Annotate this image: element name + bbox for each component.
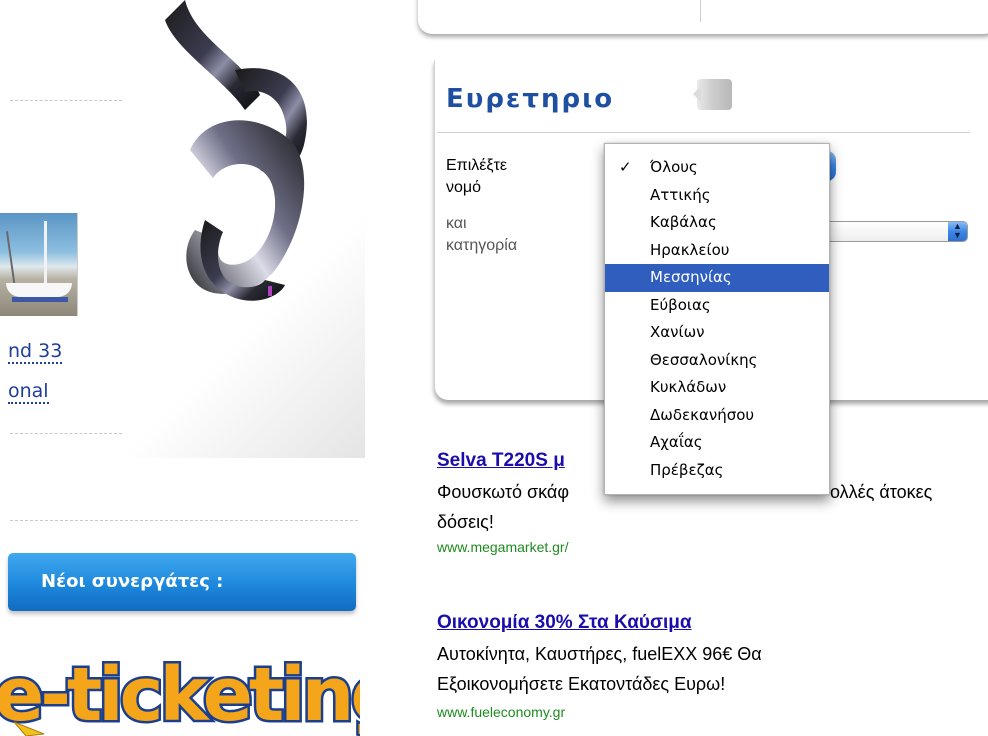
- chain-banner-image: [165, 0, 365, 318]
- title-divider: [437, 132, 970, 133]
- dropdown-option-highlighted[interactable]: Μεσσηνίας: [605, 264, 829, 292]
- ad-title-link[interactable]: Selva T220S μ: [437, 450, 565, 472]
- dropdown-option[interactable]: Αχαΐας: [605, 429, 829, 457]
- ad-description: δόσεις!: [437, 512, 494, 532]
- dropdown-option[interactable]: Ηρακλείου: [605, 237, 829, 265]
- logo-text: e-ticketing: [0, 652, 360, 736]
- e-ticketing-logo[interactable]: e-ticketing: [0, 636, 406, 736]
- dropdown-option[interactable]: Χανίων: [605, 319, 829, 347]
- divider: [10, 433, 122, 434]
- category-label: και: [446, 215, 467, 232]
- prefecture-dropdown-menu[interactable]: ✓ Όλους Αττικής Καβάλας Ηρακλείου Μεσσην…: [604, 143, 830, 495]
- dropdown-option[interactable]: Αττικής: [605, 182, 829, 210]
- dropdown-option[interactable]: Πρέβεζας: [605, 457, 829, 485]
- prefecture-label: νομό: [446, 179, 482, 196]
- ad-description: Φουσκωτό σκάφ: [437, 482, 569, 502]
- ad-description: ολλές άτοκες: [830, 482, 933, 502]
- dropdown-option[interactable]: ✓ Όλους: [605, 154, 829, 182]
- top-box: [418, 0, 988, 34]
- boat-thumbnail[interactable]: [0, 213, 78, 316]
- listing-link[interactable]: onal: [8, 380, 49, 404]
- ad-url[interactable]: www.fueleconomy.gr: [437, 704, 565, 720]
- dropdown-option[interactable]: Καβάλας: [605, 209, 829, 237]
- checkmark-icon: ✓: [619, 158, 632, 176]
- new-partners-banner[interactable]: Νέοι συνεργάτες :: [8, 553, 356, 611]
- select-arrows-icon: ▲ ▼: [948, 222, 967, 241]
- dropdown-option[interactable]: Κυκλάδων: [605, 374, 829, 402]
- ad-description: Αυτοκίνητα, Καυστήρες, fuelEXX 96€ Θα: [437, 644, 762, 664]
- divider: [10, 100, 122, 101]
- ad-title-link[interactable]: Οικονομία 30% Στα Καύσιμα: [437, 612, 692, 634]
- ad-description: Εξοικονομήσετε Εκατοντάδες Ευρω!: [437, 674, 726, 694]
- dropdown-option[interactable]: Εύβοιας: [605, 292, 829, 320]
- category-label: κατηγορία: [446, 237, 518, 254]
- listing-link[interactable]: nd 33: [8, 340, 63, 364]
- index-title: Ευρετηριο: [446, 84, 615, 114]
- divider: [10, 520, 358, 521]
- dropdown-option[interactable]: Δωδεκανήσου: [605, 402, 829, 430]
- panel-toggle-icon[interactable]: [693, 79, 732, 110]
- dropdown-option[interactable]: Θεσσαλονίκης: [605, 347, 829, 375]
- ad-url[interactable]: www.megamarket.gr/: [437, 539, 568, 555]
- prefecture-label: Επιλέξτε: [446, 157, 508, 174]
